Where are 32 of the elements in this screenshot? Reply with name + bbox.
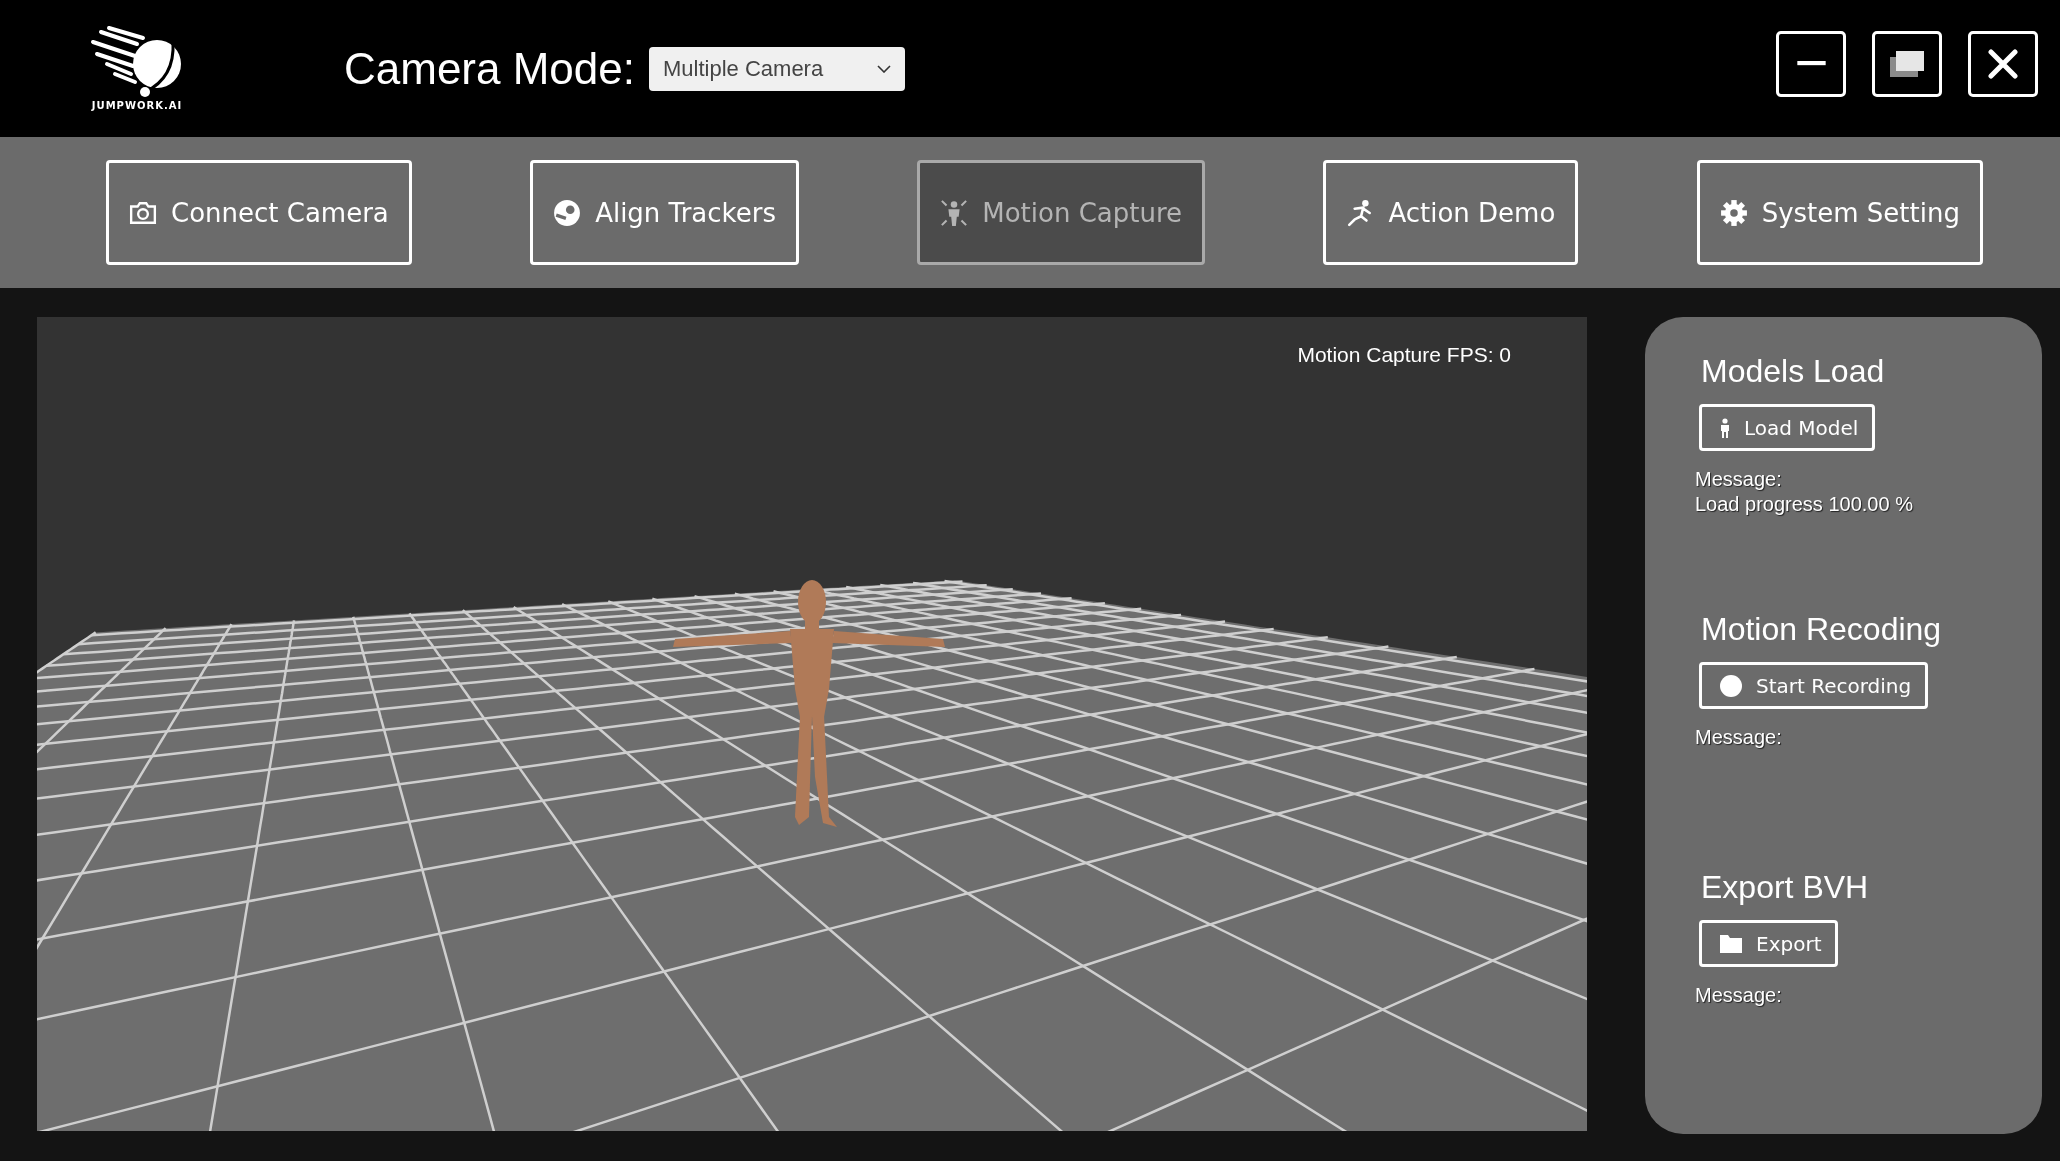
fps-label: Motion Capture FPS: 0 (1297, 343, 1511, 367)
section-title: Export BVH (1701, 869, 1869, 906)
camera-mode-dropdown[interactable]: Multiple Camera (649, 46, 905, 91)
camera-mode-label: Camera Mode: (344, 43, 635, 94)
message-label: Message: (1695, 983, 1782, 1008)
disc-icon (553, 198, 582, 227)
circle-icon (1720, 674, 1742, 697)
message-label: Message: (1695, 725, 1782, 750)
nav-tab[interactable]: Connect Camera (106, 160, 412, 265)
person-icon (1720, 417, 1730, 438)
panel-button[interactable]: Load Model (1699, 404, 1876, 451)
section-title: Models Load (1701, 353, 1885, 390)
restore-button[interactable] (1872, 30, 1942, 97)
chevron-down-icon (877, 64, 891, 73)
panel-button[interactable]: Export (1699, 920, 1839, 967)
restore-icon (1890, 50, 1924, 77)
person-icon (940, 198, 969, 227)
panel-button[interactable]: Start Recording (1699, 662, 1929, 709)
nav-tab[interactable]: Motion Capture (917, 160, 1206, 265)
minimize-button[interactable] (1776, 30, 1846, 97)
close-icon (1988, 48, 2018, 79)
folder-icon (1720, 934, 1742, 953)
close-button[interactable] (1968, 30, 2038, 97)
minimize-icon (1794, 61, 1828, 66)
nav-tab[interactable]: System Setting (1696, 160, 1983, 265)
settings-icon (1719, 198, 1748, 227)
message-label: Message: (1695, 467, 1782, 492)
section-title: Motion Recoding (1701, 611, 1942, 648)
logo-text: JUMPWORK.AI (91, 100, 183, 111)
nav-tab[interactable]: Align Trackers (530, 160, 799, 265)
nav-tab[interactable]: Action Demo (1323, 160, 1579, 265)
message-text: Load progress 100.00 % (1695, 492, 1913, 517)
